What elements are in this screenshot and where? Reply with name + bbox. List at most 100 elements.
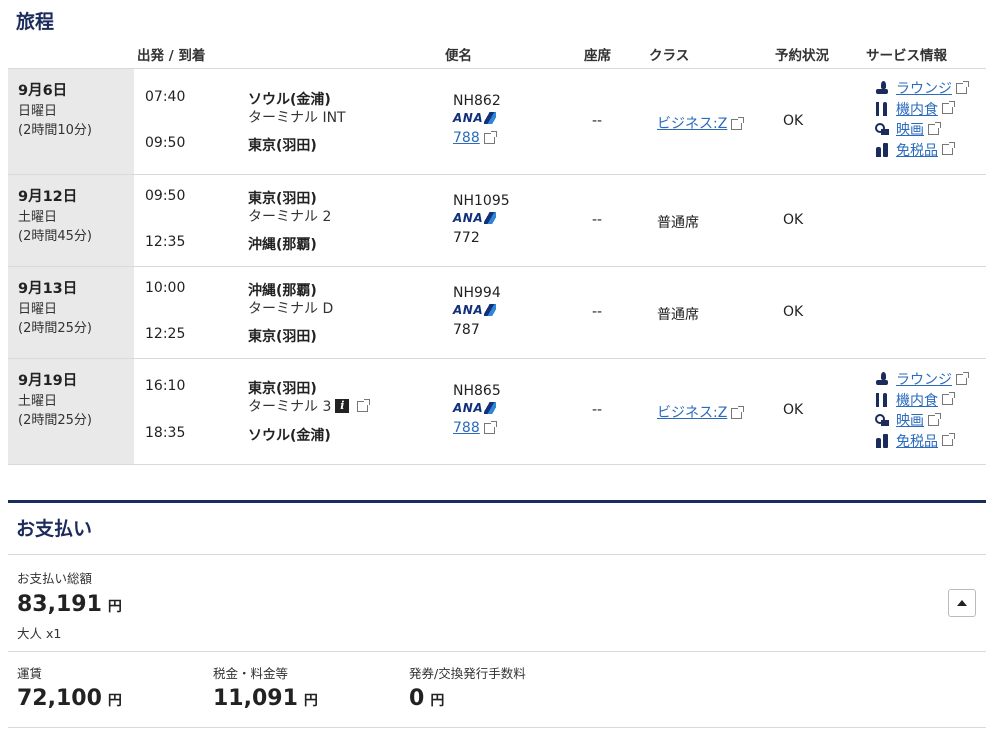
service-lounge[interactable]: ラウンジ xyxy=(874,78,969,99)
booking-status: OK xyxy=(783,402,804,418)
date-cell: 9月12日 土曜日 (2時間45分) xyxy=(8,175,134,266)
class-label[interactable]: ビジネス:Z xyxy=(657,116,727,132)
seat: -- xyxy=(592,212,603,228)
date-cell: 9月19日 土曜日 (2時間25分) xyxy=(8,359,134,464)
terminal: ターミナル 3i xyxy=(248,396,371,416)
departure-airport: ソウル(金浦) xyxy=(248,92,331,108)
seat: -- xyxy=(592,402,603,418)
section-divider xyxy=(8,500,986,503)
service-label[interactable]: 映画 xyxy=(896,119,924,139)
trip-row: 9月19日 土曜日 (2時間25分) 16:10 東京(羽田) ターミナル 3i… xyxy=(8,359,986,465)
header-flight: 便名 xyxy=(445,48,472,64)
ana-logo: ANA xyxy=(453,111,497,125)
chevron-up-icon xyxy=(957,600,967,606)
service-label[interactable]: 機内食 xyxy=(896,99,938,119)
departure-airport: 東京(羽田) xyxy=(248,381,317,397)
trip-date: 9月6日 xyxy=(18,83,68,99)
trip-weekday: 日曜日 xyxy=(18,302,58,317)
external-link-icon xyxy=(956,371,969,385)
ana-logo: ANA xyxy=(453,401,497,415)
service-label[interactable]: ラウンジ xyxy=(896,369,952,389)
service-duty-free[interactable]: 免税品 xyxy=(874,140,967,161)
currency-unit: 円 xyxy=(303,693,318,709)
arrival-time: 12:35 xyxy=(145,234,186,250)
service-meal[interactable]: 機内食 xyxy=(874,390,967,411)
ana-stripe-icon xyxy=(484,112,497,124)
arrival-airport: 沖縄(那覇) xyxy=(248,237,317,253)
seat: -- xyxy=(592,113,603,129)
payment-divider xyxy=(8,651,986,652)
service-label[interactable]: 映画 xyxy=(896,410,924,430)
service-movie[interactable]: 映画 xyxy=(874,119,967,140)
service-label[interactable]: 免税品 xyxy=(896,431,938,451)
fee-value: 0 xyxy=(409,686,425,711)
external-link-icon xyxy=(928,121,941,135)
info-icon[interactable]: i xyxy=(335,399,350,413)
departure-time: 09:50 xyxy=(145,188,186,204)
service-meal[interactable]: 機内食 xyxy=(874,99,967,120)
external-link-icon xyxy=(357,398,371,412)
service-label[interactable]: 機内食 xyxy=(896,390,938,410)
terminal: ターミナル 2 xyxy=(248,206,331,226)
class-label[interactable]: ビジネス:Z xyxy=(657,405,727,421)
aircraft-link[interactable]: 788 xyxy=(453,420,497,436)
service-movie[interactable]: 映画 xyxy=(874,410,967,431)
terminal-label: ターミナル 3 xyxy=(248,399,332,415)
external-link-icon xyxy=(731,116,745,130)
service-list: ラウンジ 機内食 映画 免税品 xyxy=(874,78,969,161)
fare-amount: 72,100 円 xyxy=(17,686,122,711)
meal-icon xyxy=(874,101,890,117)
class-link[interactable]: ビジネス:Z xyxy=(657,113,745,133)
flight-number: NH862 xyxy=(453,93,501,109)
service-list: ラウンジ 機内食 映画 免税品 xyxy=(874,369,969,452)
ana-logo: ANA xyxy=(453,303,497,317)
duty-free-icon xyxy=(874,433,890,449)
departure-airport: 東京(羽田) xyxy=(248,191,317,207)
service-label[interactable]: 免税品 xyxy=(896,140,938,160)
external-link-icon xyxy=(942,433,955,447)
external-link-icon xyxy=(928,412,941,426)
external-link-icon xyxy=(942,142,955,156)
flight-number: NH994 xyxy=(453,285,501,301)
duty-free-icon xyxy=(874,142,890,158)
class-label: 普通席 xyxy=(657,215,699,231)
fare-label: 運賃 xyxy=(17,666,43,681)
trip-date: 9月12日 xyxy=(18,189,78,205)
payment-bottom-divider xyxy=(8,727,986,728)
arrival-airport: ソウル(金浦) xyxy=(248,428,331,444)
airline-name: ANA xyxy=(453,303,484,317)
date-cell: 9月13日 日曜日 (2時間25分) xyxy=(8,267,134,358)
service-lounge[interactable]: ラウンジ xyxy=(874,369,969,390)
external-link-icon xyxy=(731,405,745,419)
tax-label: 税金・料金等 xyxy=(213,666,289,681)
external-link-icon xyxy=(942,392,955,406)
header-seat: 座席 xyxy=(584,48,611,64)
collapse-button[interactable] xyxy=(948,589,976,617)
payment-title: お支払い xyxy=(16,518,93,540)
airline-name: ANA xyxy=(453,401,484,415)
seat: -- xyxy=(592,304,603,320)
aircraft-type[interactable]: 788 xyxy=(453,420,480,436)
service-duty-free[interactable]: 免税品 xyxy=(874,431,967,452)
trip-row: 9月13日 日曜日 (2時間25分) 10:00 沖縄(那覇) ターミナル D … xyxy=(8,267,986,359)
class-link[interactable]: ビジネス:Z xyxy=(657,402,745,422)
trip-duration: (2時間25分) xyxy=(18,321,92,336)
booking-status: OK xyxy=(783,304,804,320)
arrival-airport: 東京(羽田) xyxy=(248,329,317,345)
departure-airport: 沖縄(那覇) xyxy=(248,283,317,299)
external-link-icon xyxy=(956,80,969,94)
aircraft-type[interactable]: 788 xyxy=(453,130,480,146)
aircraft-type: 772 xyxy=(453,230,480,246)
currency-unit: 円 xyxy=(430,693,445,709)
trip-duration: (2時間45分) xyxy=(18,229,92,244)
aircraft-link[interactable]: 788 xyxy=(453,130,497,146)
currency-unit: 円 xyxy=(107,693,122,709)
terminal: ターミナル INT xyxy=(248,107,346,127)
trip-date: 9月19日 xyxy=(18,373,78,389)
terminal-label: ターミナル 2 xyxy=(248,209,332,225)
service-label[interactable]: ラウンジ xyxy=(896,78,952,98)
booking-status: OK xyxy=(783,113,804,129)
flight-number: NH865 xyxy=(453,383,501,399)
total-amount: 83,191 円 xyxy=(17,592,122,617)
itinerary-title: 旅程 xyxy=(16,11,55,33)
